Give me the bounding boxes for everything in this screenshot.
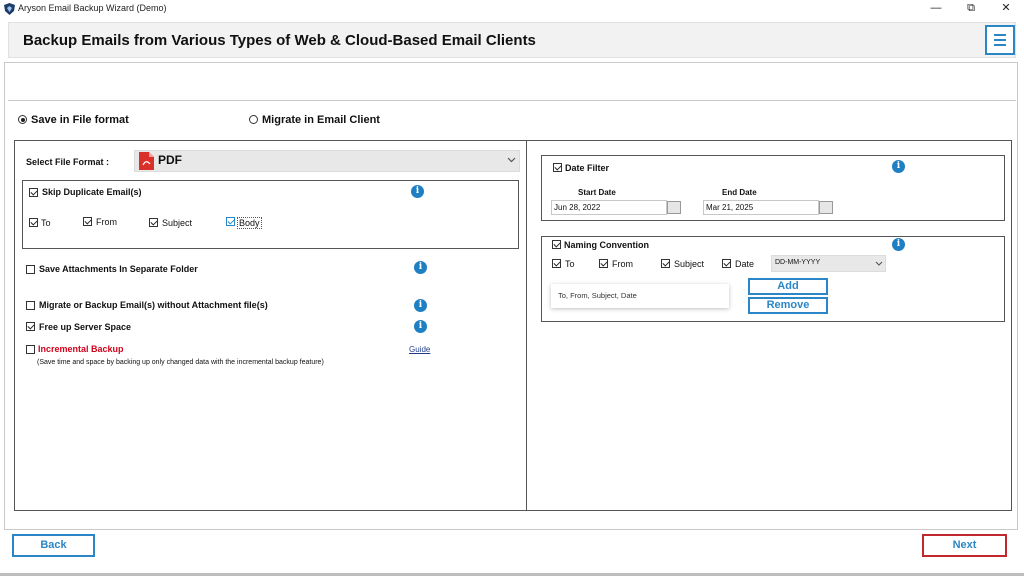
dup-subject-checkbox[interactable]	[149, 218, 158, 227]
naming-from-label: From	[612, 259, 633, 269]
window-title: Aryson Email Backup Wizard (Demo)	[18, 3, 167, 13]
without-attachment-info-icon[interactable]: i	[414, 299, 427, 312]
chevron-down-icon[interactable]	[875, 261, 883, 266]
naming-subject-label: Subject	[674, 259, 705, 269]
dup-body-checkbox[interactable]	[226, 217, 235, 226]
without-attachment-checkbox[interactable]	[26, 301, 35, 310]
add-button[interactable]: Add	[748, 278, 828, 295]
file-format-select[interactable]	[134, 150, 520, 172]
naming-convention-info-icon[interactable]: i	[892, 238, 905, 251]
incremental-backup-note: (Save time and space by backing up only …	[37, 359, 324, 366]
close-button[interactable]: ✕	[990, 0, 1022, 18]
without-attachment-label: Migrate or Backup Email(s) without Attac…	[39, 300, 268, 310]
page-header: Backup Emails from Various Types of Web …	[8, 22, 1016, 58]
incremental-backup-checkbox[interactable]	[26, 345, 35, 354]
back-button[interactable]: Back	[12, 534, 95, 557]
skip-duplicate-checkbox[interactable]	[29, 188, 38, 197]
remove-button[interactable]: Remove	[748, 297, 828, 314]
save-attachments-checkbox[interactable]	[26, 265, 35, 274]
date-filter-info-icon[interactable]: i	[892, 160, 905, 173]
chevron-down-icon[interactable]	[507, 157, 516, 163]
save-file-format-radio[interactable]	[18, 115, 27, 124]
date-format-value: DD-MM-YYYY	[775, 259, 821, 266]
naming-date-label: Date	[735, 259, 755, 269]
save-attachments-info-icon[interactable]: i	[414, 261, 427, 274]
start-date-label: Start Date	[578, 188, 616, 197]
menu-button[interactable]	[985, 25, 1015, 55]
skip-duplicate-info-icon[interactable]: i	[411, 185, 424, 198]
guide-link[interactable]: Guide	[409, 345, 430, 354]
dup-from-label: From	[96, 217, 117, 227]
naming-to-checkbox[interactable]	[552, 259, 561, 268]
dup-to-checkbox[interactable]	[29, 218, 38, 227]
skip-duplicate-label: Skip Duplicate Email(s)	[42, 187, 142, 197]
naming-date-checkbox[interactable]	[722, 259, 731, 268]
save-attachments-label: Save Attachments In Separate Folder	[39, 264, 198, 274]
divider	[8, 100, 1016, 101]
end-date-input[interactable]: Mar 21, 2025	[703, 200, 819, 215]
naming-to-label: To	[565, 259, 575, 269]
next-button[interactable]: Next	[922, 534, 1007, 557]
naming-convention-checkbox[interactable]	[552, 240, 561, 249]
free-server-checkbox[interactable]	[26, 322, 35, 331]
hamburger-icon	[994, 34, 1006, 36]
dup-body-label: Body	[237, 217, 262, 229]
migrate-email-client-radio[interactable]	[249, 115, 258, 124]
free-server-label: Free up Server Space	[39, 322, 132, 332]
app-logo-icon	[4, 3, 15, 15]
file-format-value: PDF	[158, 153, 182, 167]
page-title: Backup Emails from Various Types of Web …	[23, 32, 536, 49]
naming-from-checkbox[interactable]	[599, 259, 608, 268]
minimize-button[interactable]: —	[920, 0, 952, 18]
migrate-email-client-label[interactable]: Migrate in Email Client	[262, 114, 380, 126]
free-server-info-icon[interactable]: i	[414, 320, 427, 333]
naming-subject-checkbox[interactable]	[661, 259, 670, 268]
naming-convention-label: Naming Convention	[564, 240, 649, 250]
date-filter-label: Date Filter	[565, 163, 610, 173]
start-date-calendar-icon[interactable]	[667, 201, 681, 214]
end-date-label: End Date	[722, 188, 757, 197]
pdf-file-icon	[139, 152, 154, 170]
incremental-backup-label: Incremental Backup	[38, 344, 124, 354]
dup-subject-label: Subject	[162, 218, 193, 228]
start-date-input[interactable]: Jun 28, 2022	[551, 200, 667, 215]
date-filter-checkbox[interactable]	[553, 163, 562, 172]
dup-to-label: To	[41, 218, 51, 228]
dup-from-checkbox[interactable]	[83, 217, 92, 226]
restore-button[interactable]: ⧉	[955, 0, 987, 18]
save-file-format-label[interactable]: Save in File format	[31, 114, 129, 126]
end-date-calendar-icon[interactable]	[819, 201, 833, 214]
file-format-label: Select File Format :	[26, 157, 110, 167]
naming-preview-text: To, From, Subject, Date	[558, 291, 637, 300]
